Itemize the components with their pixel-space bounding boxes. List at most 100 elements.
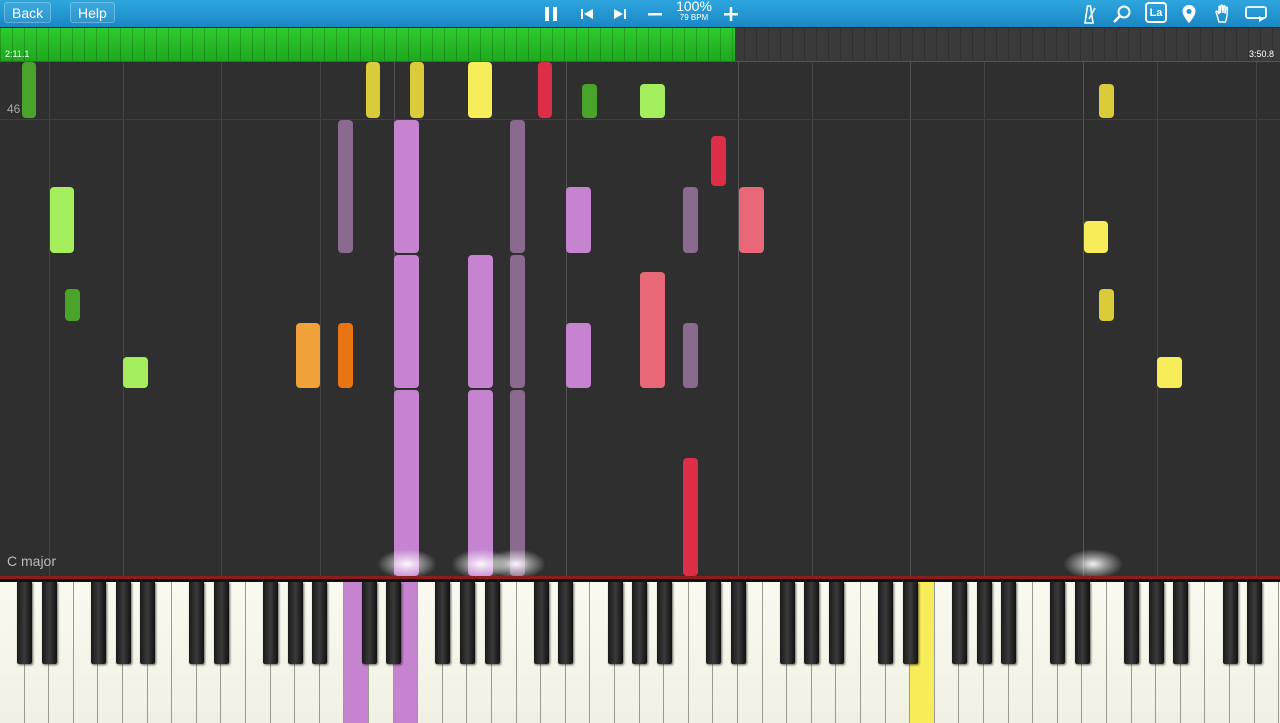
black-key[interactable]: [976, 582, 992, 664]
black-key[interactable]: [361, 582, 377, 664]
black-key[interactable]: [1124, 582, 1140, 664]
falling-note: [566, 323, 591, 388]
black-key[interactable]: [632, 582, 648, 664]
falling-note: [410, 62, 424, 118]
black-key[interactable]: [1001, 582, 1017, 664]
tempo-readout: 79 BPM: [679, 13, 709, 22]
grid-line: [1083, 62, 1084, 576]
note-names-icon[interactable]: La: [1145, 2, 1167, 23]
black-key[interactable]: [533, 582, 549, 664]
total-time: 3:50.8: [1248, 49, 1274, 59]
black-key[interactable]: [1173, 582, 1189, 664]
falling-note: [640, 272, 665, 388]
tempo-plus-icon[interactable]: [720, 3, 742, 24]
search-icon[interactable]: [1111, 3, 1133, 24]
black-key[interactable]: [902, 582, 918, 664]
black-key[interactable]: [140, 582, 156, 664]
location-pin-icon[interactable]: [1178, 3, 1200, 24]
grid-line: [738, 62, 739, 576]
black-key[interactable]: [558, 582, 574, 664]
falling-note: [22, 62, 36, 118]
black-key[interactable]: [17, 582, 33, 664]
metronome-icon[interactable]: [1078, 3, 1100, 24]
grid-line: [812, 62, 813, 576]
grid-line: [1256, 62, 1257, 576]
grid-line: [1157, 62, 1158, 576]
black-key[interactable]: [705, 582, 721, 664]
black-key[interactable]: [1074, 582, 1090, 664]
black-key[interactable]: [1247, 582, 1263, 664]
falling-note: [123, 357, 148, 388]
falling-note: [65, 289, 80, 321]
falling-note: [50, 187, 74, 253]
black-key[interactable]: [1148, 582, 1164, 664]
song-progress-bar[interactable]: 2:11.1 3:50.8: [0, 27, 1280, 62]
black-key[interactable]: [287, 582, 303, 664]
grid-line: [910, 62, 911, 576]
black-key[interactable]: [1222, 582, 1238, 664]
grid-line: [320, 62, 321, 576]
black-key[interactable]: [951, 582, 967, 664]
grid-line: [123, 62, 124, 576]
black-key[interactable]: [41, 582, 57, 664]
note-hit-glow: [486, 549, 546, 576]
falling-note: [640, 84, 665, 118]
pause-icon[interactable]: [540, 3, 562, 24]
black-key[interactable]: [435, 582, 451, 664]
black-key[interactable]: [607, 582, 623, 664]
falling-note: [468, 255, 493, 388]
falling-note: [296, 323, 320, 388]
black-key[interactable]: [263, 582, 279, 664]
black-key[interactable]: [1050, 582, 1066, 664]
falling-note: [1099, 289, 1114, 321]
note-hit-glow: [1063, 549, 1123, 576]
grid-line: [221, 62, 222, 576]
measure-number: 46: [7, 102, 21, 116]
falling-note: [338, 120, 353, 253]
black-key[interactable]: [804, 582, 820, 664]
black-key[interactable]: [115, 582, 131, 664]
black-key[interactable]: [730, 582, 746, 664]
black-key[interactable]: [90, 582, 106, 664]
falling-notes-area: 46 C major: [0, 62, 1280, 576]
note-names-label: La: [1149, 6, 1163, 19]
black-key[interactable]: [213, 582, 229, 664]
falling-note: [683, 187, 698, 253]
current-time: 2:11.1: [5, 49, 30, 59]
back-button-label: Back: [12, 5, 44, 21]
skip-back-icon[interactable]: [576, 3, 598, 24]
black-key[interactable]: [312, 582, 328, 664]
black-key[interactable]: [484, 582, 500, 664]
measure-line: [0, 119, 1280, 120]
black-key[interactable]: [779, 582, 795, 664]
hand-icon[interactable]: [1212, 3, 1234, 24]
loop-screen-icon[interactable]: [1245, 3, 1267, 24]
skip-forward-icon[interactable]: [609, 3, 631, 24]
help-button[interactable]: Help: [70, 2, 115, 23]
grid-line: [49, 62, 50, 576]
note-hit-glow: [377, 549, 437, 576]
black-key[interactable]: [189, 582, 205, 664]
falling-note: [711, 136, 726, 186]
key-signature: C major: [7, 553, 57, 569]
falling-note: [510, 120, 525, 253]
grid-line: [984, 62, 985, 576]
black-key[interactable]: [878, 582, 894, 664]
black-key[interactable]: [459, 582, 475, 664]
black-key[interactable]: [386, 582, 402, 664]
falling-note: [739, 187, 764, 253]
help-button-label: Help: [78, 5, 107, 21]
zoom-level: 100%: [676, 0, 712, 14]
falling-note: [366, 62, 380, 118]
tempo-minus-icon[interactable]: [644, 3, 666, 24]
black-key[interactable]: [828, 582, 844, 664]
falling-note: [1157, 357, 1182, 388]
back-button[interactable]: Back: [4, 2, 52, 23]
falling-note: [683, 458, 698, 576]
falling-note: [338, 323, 353, 388]
black-key[interactable]: [656, 582, 672, 664]
falling-note: [538, 62, 552, 118]
piano-keyboard[interactable]: [0, 576, 1280, 723]
grid-line: [566, 62, 567, 576]
falling-note: [510, 255, 525, 388]
